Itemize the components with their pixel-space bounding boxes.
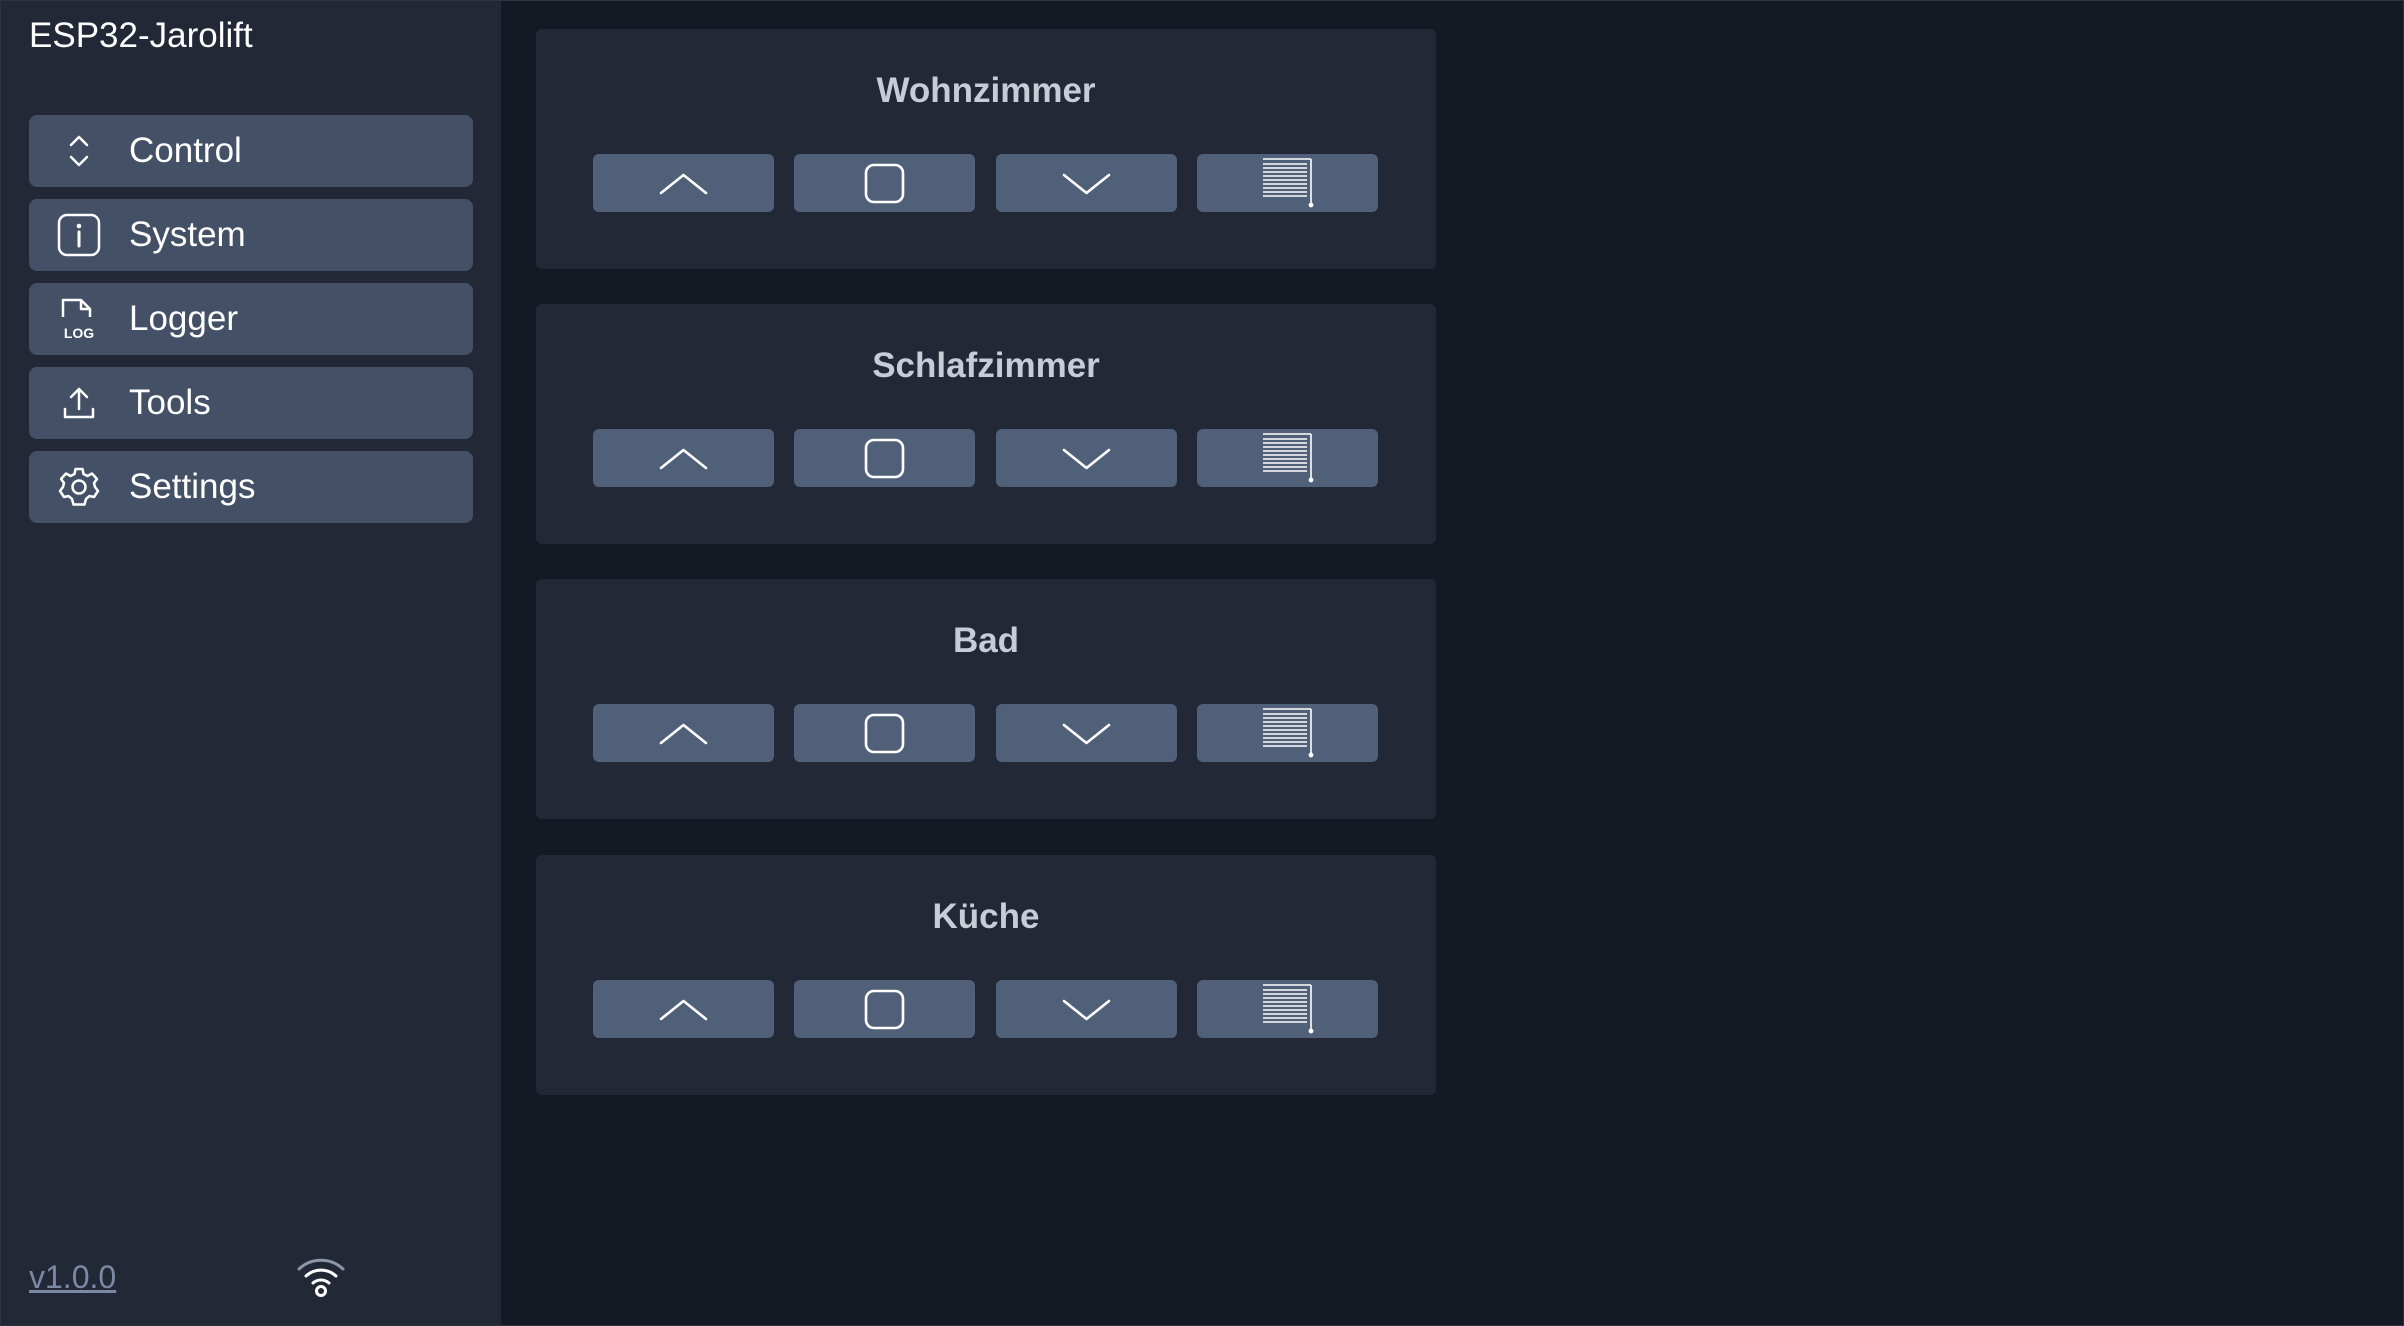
sidebar-item-label: Settings	[129, 467, 256, 506]
shutter-shade-button[interactable]	[1197, 429, 1378, 487]
shutter-down-button[interactable]	[996, 704, 1177, 762]
shutter-title: Wohnzimmer	[876, 71, 1096, 110]
shutter-card-wohnzimmer: Wohnzimmer	[536, 29, 1436, 269]
sidebar-item-tools[interactable]: Tools	[29, 367, 473, 439]
sidebar-item-control[interactable]: Control	[29, 115, 473, 187]
shutter-stop-button[interactable]	[794, 704, 975, 762]
shutter-shade-button[interactable]	[1197, 154, 1378, 212]
chevron-down-icon	[1062, 448, 1111, 470]
shutter-up-button[interactable]	[593, 980, 774, 1038]
sidebar-item-logger[interactable]: LOG Logger	[29, 283, 473, 355]
version-link[interactable]: v1.0.0	[29, 1259, 116, 1296]
shutter-card-kueche: Küche	[536, 855, 1436, 1095]
sidebar-item-label: Control	[129, 131, 242, 170]
shutter-shade-button[interactable]	[1197, 704, 1378, 762]
shutter-up-button[interactable]	[593, 429, 774, 487]
gear-icon	[57, 465, 101, 509]
shutter-stop-button[interactable]	[794, 154, 975, 212]
stop-square-icon	[864, 989, 905, 1030]
wifi-icon	[295, 1255, 347, 1299]
app-title: ESP32-Jarolift	[29, 16, 253, 55]
chevron-up-down-icon	[57, 129, 101, 173]
info-icon	[57, 213, 101, 257]
shutter-card-bad: Bad	[536, 579, 1436, 819]
sidebar-item-settings[interactable]: Settings	[29, 451, 473, 523]
chevron-up-icon	[659, 448, 708, 470]
stop-square-icon	[864, 438, 905, 479]
shutter-card-schlafzimmer: Schlafzimmer	[536, 304, 1436, 544]
sidebar-item-label: Logger	[129, 299, 238, 338]
shutter-up-button[interactable]	[593, 704, 774, 762]
sidebar-item-label: System	[129, 215, 246, 254]
sidebar-item-system[interactable]: System	[29, 199, 473, 271]
shutter-down-button[interactable]	[996, 429, 1177, 487]
shutter-stop-button[interactable]	[794, 429, 975, 487]
shutter-title: Bad	[952, 621, 1020, 660]
blind-icon	[1263, 158, 1314, 208]
shutter-title: Küche	[932, 897, 1040, 936]
shutter-down-button[interactable]	[996, 154, 1177, 212]
shutter-title: Schlafzimmer	[872, 346, 1100, 385]
sidebar: ESP32-Jarolift Control System LOG Logger…	[1, 1, 501, 1325]
blind-icon	[1263, 984, 1314, 1034]
chevron-down-icon	[1062, 999, 1111, 1021]
shutter-down-button[interactable]	[996, 980, 1177, 1038]
log-icon: LOG	[57, 297, 101, 341]
chevron-up-icon	[659, 723, 708, 745]
shutter-stop-button[interactable]	[794, 980, 975, 1038]
log-icon-text: LOG	[64, 325, 94, 341]
shutter-shade-button[interactable]	[1197, 980, 1378, 1038]
stop-square-icon	[864, 713, 905, 754]
stop-square-icon	[864, 163, 905, 204]
blind-icon	[1263, 708, 1314, 758]
upload-icon	[57, 381, 101, 425]
chevron-down-icon	[1062, 173, 1111, 195]
blind-icon	[1263, 433, 1314, 483]
chevron-down-icon	[1062, 723, 1111, 745]
chevron-up-icon	[659, 999, 708, 1021]
shutter-up-button[interactable]	[593, 154, 774, 212]
sidebar-item-label: Tools	[129, 383, 211, 422]
app-window: ESP32-Jarolift Control System LOG Logger…	[0, 0, 2404, 1326]
chevron-up-icon	[659, 173, 708, 195]
